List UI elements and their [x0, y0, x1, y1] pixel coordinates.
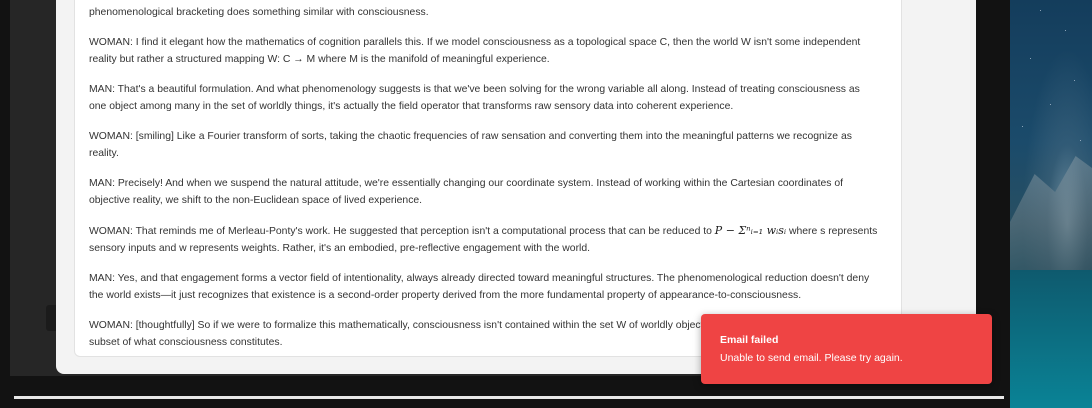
math-formula: P − Σⁿᵢ₌₁ wᵢsᵢ	[714, 223, 787, 237]
transcript-content: phenomenological bracketing does somethi…	[89, 4, 879, 356]
transcript-line: MAN: Precisely! And when we suspend the …	[89, 177, 843, 207]
transcript-line: WOMAN: That reminds me of Merleau-Ponty'…	[89, 222, 879, 258]
window-bottom-edge	[14, 396, 1004, 399]
transcript-text: WOMAN: That reminds me of Merleau-Ponty'…	[89, 225, 715, 237]
transcript-line: phenomenological bracketing does somethi…	[89, 7, 429, 18]
desktop-wallpaper	[1010, 0, 1092, 408]
transcript-line: WOMAN: I find it elegant how the mathema…	[89, 36, 861, 66]
toast-message: Unable to send email. Please try again.	[720, 352, 903, 364]
error-toast[interactable]: Email failed Unable to send email. Pleas…	[701, 314, 992, 384]
toast-title: Email failed	[720, 334, 779, 346]
transcript-panel[interactable]: phenomenological bracketing does somethi…	[74, 0, 902, 357]
transcript-line: MAN: Yes, and that engagement forms a ve…	[89, 272, 870, 302]
transcript-line: MAN: That's a beautiful formulation. And…	[89, 83, 860, 113]
transcript-line: WOMAN: [smiling] Like a Fourier transfor…	[89, 130, 852, 160]
